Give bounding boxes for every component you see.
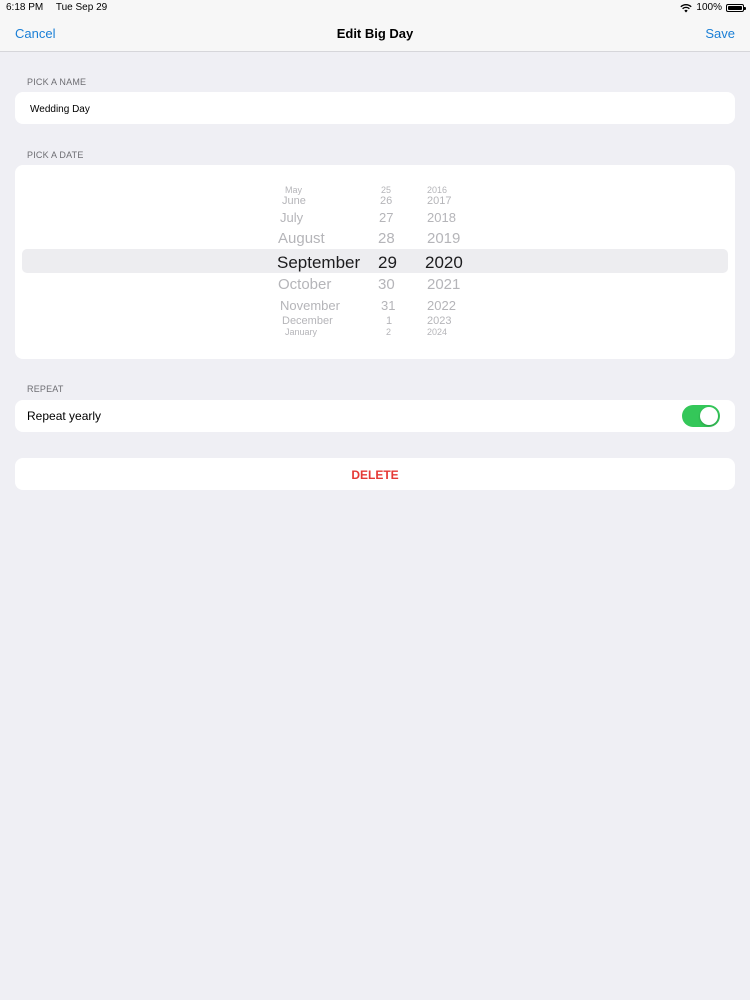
day-option: 1 bbox=[386, 315, 393, 327]
month-option: December bbox=[282, 315, 333, 327]
month-option-selected: September bbox=[277, 253, 361, 272]
month-option: August bbox=[278, 230, 325, 247]
year-option: 2023 bbox=[427, 315, 452, 327]
toggle-knob bbox=[700, 407, 718, 425]
navigation-bar: Cancel Edit Big Day Save bbox=[0, 16, 750, 52]
wifi-icon bbox=[680, 3, 693, 12]
pick-date-header: PICK A DATE bbox=[27, 150, 84, 160]
repeat-yearly-label: Repeat yearly bbox=[27, 409, 102, 423]
delete-card: DELETE bbox=[15, 458, 735, 490]
save-button[interactable]: Save bbox=[705, 26, 735, 41]
day-option: 2 bbox=[386, 327, 392, 337]
month-option: June bbox=[282, 195, 306, 207]
month-option: November bbox=[280, 298, 340, 313]
day-option: 28 bbox=[378, 230, 395, 247]
month-option: October bbox=[278, 276, 332, 293]
year-option: 2018 bbox=[427, 210, 456, 225]
repeat-header: REPEAT bbox=[27, 384, 64, 394]
month-option: July bbox=[280, 210, 304, 225]
repeat-yearly-toggle[interactable] bbox=[682, 405, 720, 427]
name-card bbox=[15, 92, 735, 124]
status-right: 100% bbox=[680, 2, 746, 13]
year-option-selected: 2020 bbox=[425, 253, 463, 272]
year-wheel[interactable]: 2016 2017 2018 2019 2020 2021 2022 2023 … bbox=[425, 165, 475, 359]
day-option-selected: 29 bbox=[378, 253, 397, 272]
year-option: 2022 bbox=[427, 298, 456, 313]
battery-percent: 100% bbox=[696, 2, 722, 13]
day-option: 30 bbox=[378, 276, 395, 293]
picker-selection-highlight bbox=[22, 249, 728, 273]
year-option: 2016 bbox=[427, 185, 448, 195]
name-field[interactable] bbox=[30, 102, 720, 116]
year-option: 2017 bbox=[427, 195, 452, 207]
date-picker-card: May June July August September October N… bbox=[15, 165, 735, 359]
day-option: 27 bbox=[379, 210, 394, 225]
pick-name-header: PICK A NAME bbox=[27, 77, 87, 87]
day-option: 31 bbox=[381, 298, 396, 313]
day-option: 26 bbox=[380, 195, 393, 207]
status-time: 6:18 PM bbox=[6, 2, 44, 13]
battery-icon bbox=[726, 3, 746, 12]
day-wheel[interactable]: 25 26 27 28 29 30 31 1 2 bbox=[377, 165, 407, 359]
status-bar: 6:18 PM Tue Sep 29 100% bbox=[0, 0, 750, 16]
year-option: 2024 bbox=[427, 327, 448, 337]
status-left: 6:18 PM Tue Sep 29 bbox=[6, 2, 117, 13]
repeat-card: Repeat yearly bbox=[15, 400, 735, 432]
day-option: 25 bbox=[381, 185, 392, 195]
page-title: Edit Big Day bbox=[336, 26, 414, 41]
year-option: 2021 bbox=[427, 276, 461, 293]
year-option: 2019 bbox=[427, 230, 461, 247]
month-option: May bbox=[285, 185, 303, 195]
delete-button[interactable]: DELETE bbox=[15, 468, 735, 482]
status-date: Tue Sep 29 bbox=[55, 2, 108, 13]
month-option: January bbox=[285, 327, 318, 337]
month-wheel[interactable]: May June July August September October N… bbox=[277, 165, 367, 359]
